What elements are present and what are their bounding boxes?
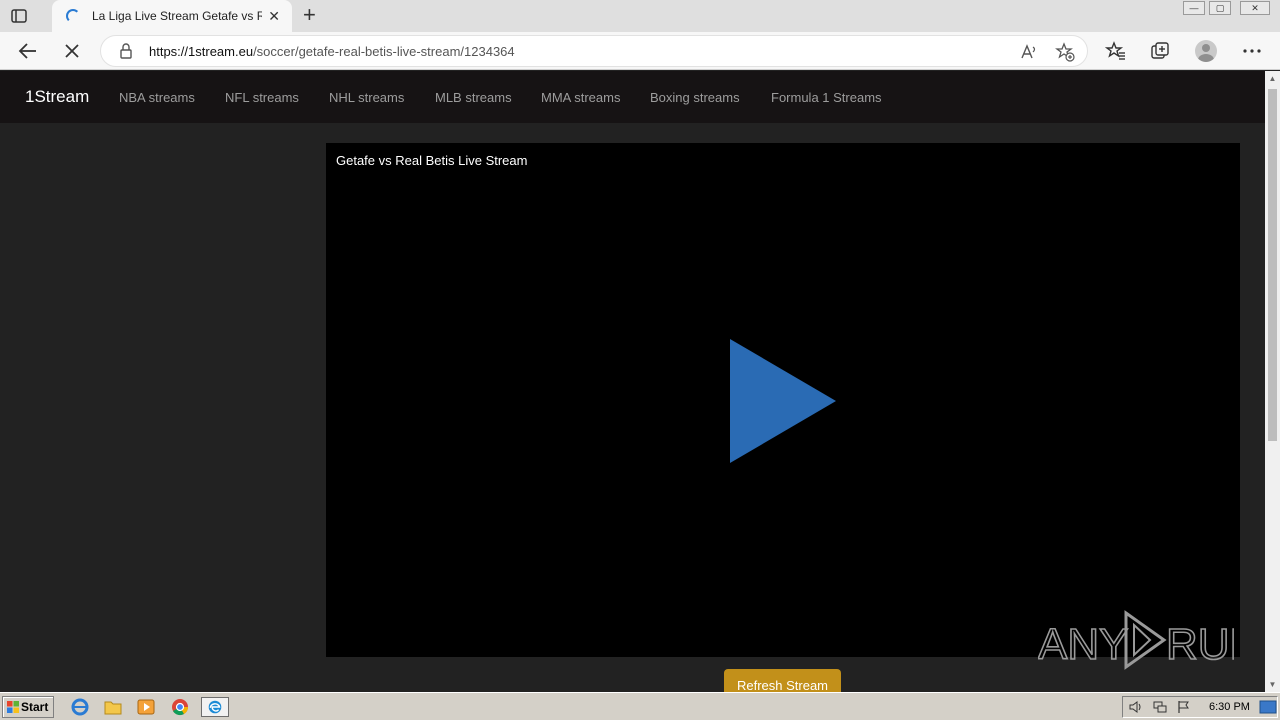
svg-text:RUN: RUN [1166,620,1234,669]
taskbar-clock[interactable]: 6:30 PM [1209,701,1250,713]
browser-toolbar: https://1stream.eu/soccer/getafe-real-be… [0,32,1280,70]
tab-actions-icon[interactable] [10,7,28,25]
refresh-stream-button[interactable]: Refresh Stream [724,669,841,692]
scroll-up-arrow-icon[interactable]: ▲ [1265,71,1280,86]
url-path: /soccer/getafe-real-betis-live-stream/12… [253,44,515,59]
start-label: Start [21,700,49,714]
play-icon[interactable] [730,339,836,463]
close-window-button[interactable]: ✕ [1240,1,1270,15]
show-desktop-icon[interactable] [1258,697,1278,717]
system-tray: 6:30 PM [1122,696,1278,718]
page-viewport: 1Stream NBA streams NFL streams NHL stre… [0,71,1265,692]
media-player-icon[interactable] [135,697,157,717]
site-brand[interactable]: 1Stream [25,87,89,107]
anyrun-watermark-logo: ANY RUN [1038,610,1234,670]
address-bar[interactable]: https://1stream.eu/soccer/getafe-real-be… [100,35,1088,67]
url-host: https://1stream.eu [149,44,254,59]
loading-spinner-icon [66,9,80,23]
windows-taskbar: Start 6:30 PM [0,692,1280,720]
lock-icon[interactable] [119,43,133,59]
nav-nfl-streams[interactable]: NFL streams [225,90,299,105]
volume-icon[interactable] [1129,700,1143,714]
scrollbar-thumb[interactable] [1268,89,1277,441]
favorites-icon[interactable] [1105,40,1127,62]
network-icon[interactable] [1153,700,1167,714]
nav-mma-streams[interactable]: MMA streams [541,90,620,105]
site-navbar: 1Stream NBA streams NFL streams NHL stre… [0,71,1265,123]
browser-tab-active[interactable]: La Liga Live Stream Getafe vs Real Betis… [52,0,292,32]
file-explorer-icon[interactable] [102,697,124,717]
read-aloud-icon[interactable] [1019,42,1039,62]
nav-boxing-streams[interactable]: Boxing streams [650,90,740,105]
new-tab-button[interactable]: + [303,4,316,26]
url-text[interactable]: https://1stream.eu/soccer/getafe-real-be… [149,44,515,59]
add-favorite-icon[interactable] [1055,42,1075,62]
minimize-button[interactable]: — [1183,1,1205,15]
nav-mlb-streams[interactable]: MLB streams [435,90,512,105]
restore-button[interactable]: ▢ [1209,1,1231,15]
internet-explorer-icon[interactable] [69,697,91,717]
tab-close-icon[interactable]: ✕ [268,8,280,24]
nav-nhl-streams[interactable]: NHL streams [329,90,404,105]
edge-icon[interactable] [201,697,229,717]
start-button[interactable]: Start [2,696,54,718]
stop-loading-icon[interactable] [61,40,83,62]
nav-formula1-streams[interactable]: Formula 1 Streams [771,90,882,105]
action-center-flag-icon[interactable] [1177,700,1191,714]
svg-text:ANY: ANY [1038,620,1128,669]
windows-logo-icon [7,701,19,713]
page-scrollbar[interactable]: ▲ ▼ [1265,71,1280,692]
more-options-icon[interactable] [1241,40,1263,62]
nav-nba-streams[interactable]: NBA streams [119,90,195,105]
video-player[interactable]: Getafe vs Real Betis Live Stream ANY RUN [326,143,1240,670]
tab-title: La Liga Live Stream Getafe vs Real Betis [92,9,262,23]
browser-tab-bar: La Liga Live Stream Getafe vs Real Betis… [0,0,1280,32]
collections-icon[interactable] [1149,40,1171,62]
profile-avatar-icon[interactable] [1195,40,1217,62]
chrome-icon[interactable] [169,697,191,717]
scroll-down-arrow-icon[interactable]: ▼ [1265,677,1280,692]
back-arrow-icon[interactable] [17,40,39,62]
stream-title: Getafe vs Real Betis Live Stream [336,153,528,168]
